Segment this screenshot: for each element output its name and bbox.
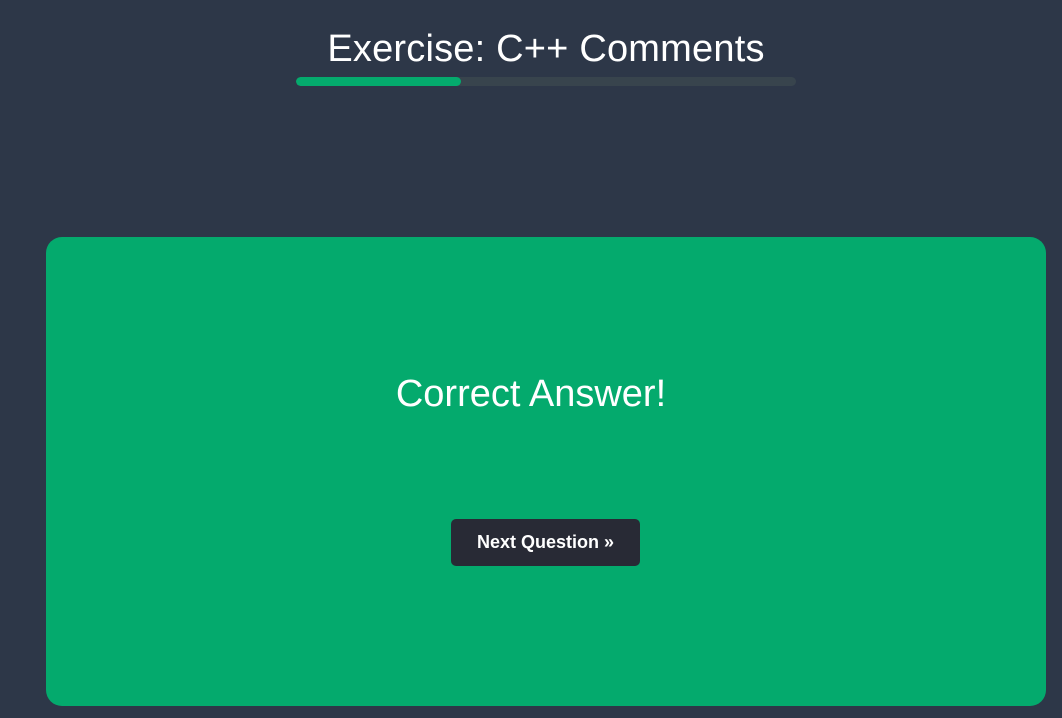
exercise-page: Exercise: C++ Comments Correct Answer! N… (0, 0, 1062, 718)
progress-bar-fill (296, 77, 461, 86)
progress-bar (296, 77, 796, 86)
exercise-title: Exercise: C++ Comments (327, 28, 765, 70)
next-question-button[interactable]: Next Question » (451, 519, 640, 566)
result-message: Correct Answer! (395, 373, 667, 415)
correct-answer-panel (46, 237, 1046, 706)
